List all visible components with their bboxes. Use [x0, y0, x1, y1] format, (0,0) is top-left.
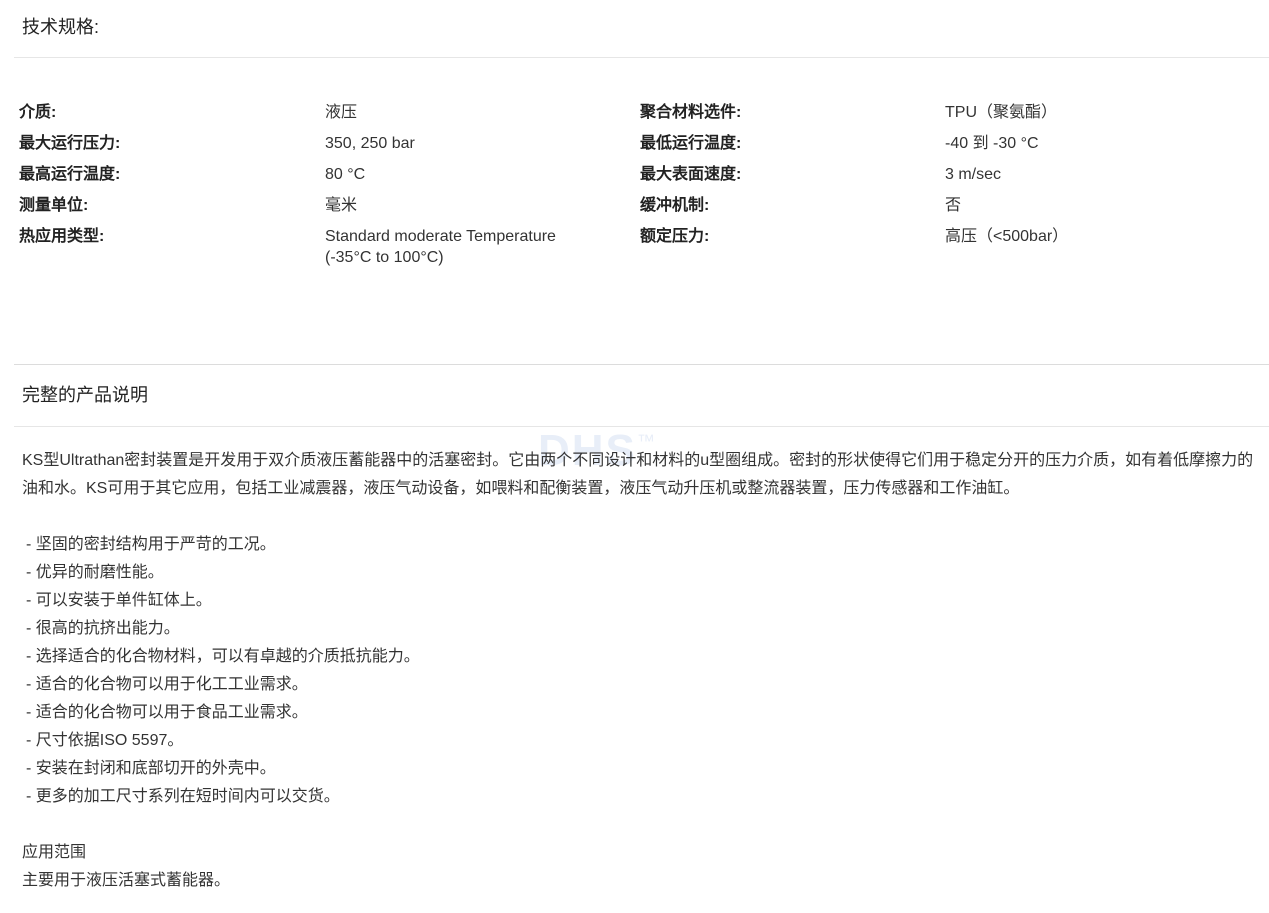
list-item: - 尺寸依据ISO 5597。	[26, 732, 184, 749]
spec-value: Standard moderate Temperature (-35°C to …	[325, 228, 556, 266]
product-description: KS型Ultrathan密封装置是开发用于双介质液压蓄能器中的活塞密封。它由两个…	[22, 447, 1262, 895]
spec-value: 液压	[325, 104, 358, 121]
list-item: - 安装在封闭和底部切开的外壳中。	[26, 760, 276, 777]
spec-value: 3 m/sec	[945, 166, 1002, 183]
list-item: - 优异的耐磨性能。	[26, 564, 164, 581]
spec-label: 最大表面速度:	[640, 166, 742, 183]
specs-section-title: 技术规格:	[22, 17, 100, 37]
application-text: 主要用于液压活塞式蓄能器。	[22, 872, 231, 889]
description-intro: KS型Ultrathan密封装置是开发用于双介质液压蓄能器中的活塞密封。它由两个…	[22, 452, 1254, 497]
spec-value: 毫米	[325, 197, 358, 214]
spec-label: 缓冲机制:	[640, 197, 710, 214]
section-divider	[14, 364, 1269, 365]
spec-label: 热应用类型:	[19, 228, 105, 245]
description-section-title: 完整的产品说明	[22, 385, 148, 405]
list-item: - 选择适合的化合物材料，可以有卓越的介质抵抗能力。	[26, 648, 420, 665]
list-item: - 适合的化合物可以用于食品工业需求。	[26, 704, 308, 721]
spec-value: 350, 250 bar	[325, 135, 415, 152]
application-heading: 应用范围	[22, 844, 87, 861]
spec-label: 最低运行温度:	[640, 135, 742, 152]
spec-value: 高压（<500bar）	[945, 228, 1069, 245]
spec-label: 额定压力:	[640, 228, 710, 245]
specs-title-divider	[14, 57, 1269, 58]
spec-value: 否	[945, 197, 962, 214]
spec-label: 介质:	[19, 104, 57, 121]
list-item: - 可以安装于单件缸体上。	[26, 592, 212, 609]
spec-label: 最大运行压力:	[19, 135, 121, 152]
list-item: - 坚固的密封结构用于严苛的工况。	[26, 536, 276, 553]
spec-value: TPU（聚氨酯）	[945, 104, 1058, 121]
list-item: - 很高的抗挤出能力。	[26, 620, 180, 637]
spec-label: 最高运行温度:	[19, 166, 121, 183]
feature-list: - 坚固的密封结构用于严苛的工况。 - 优异的耐磨性能。 - 可以安装于单件缸体…	[22, 531, 1262, 811]
spec-value: -40 到 -30 °C	[945, 135, 1039, 152]
list-item: - 更多的加工尺寸系列在短时间内可以交货。	[26, 788, 340, 805]
spec-label: 测量单位:	[19, 197, 89, 214]
spec-label: 聚合材料选件:	[640, 104, 742, 121]
specs-table: 介质: 液压 聚合材料选件: TPU（聚氨酯） 最大运行压力: 350, 250…	[19, 102, 1259, 268]
list-item: - 适合的化合物可以用于化工工业需求。	[26, 676, 308, 693]
spec-value: 80 °C	[325, 166, 366, 183]
